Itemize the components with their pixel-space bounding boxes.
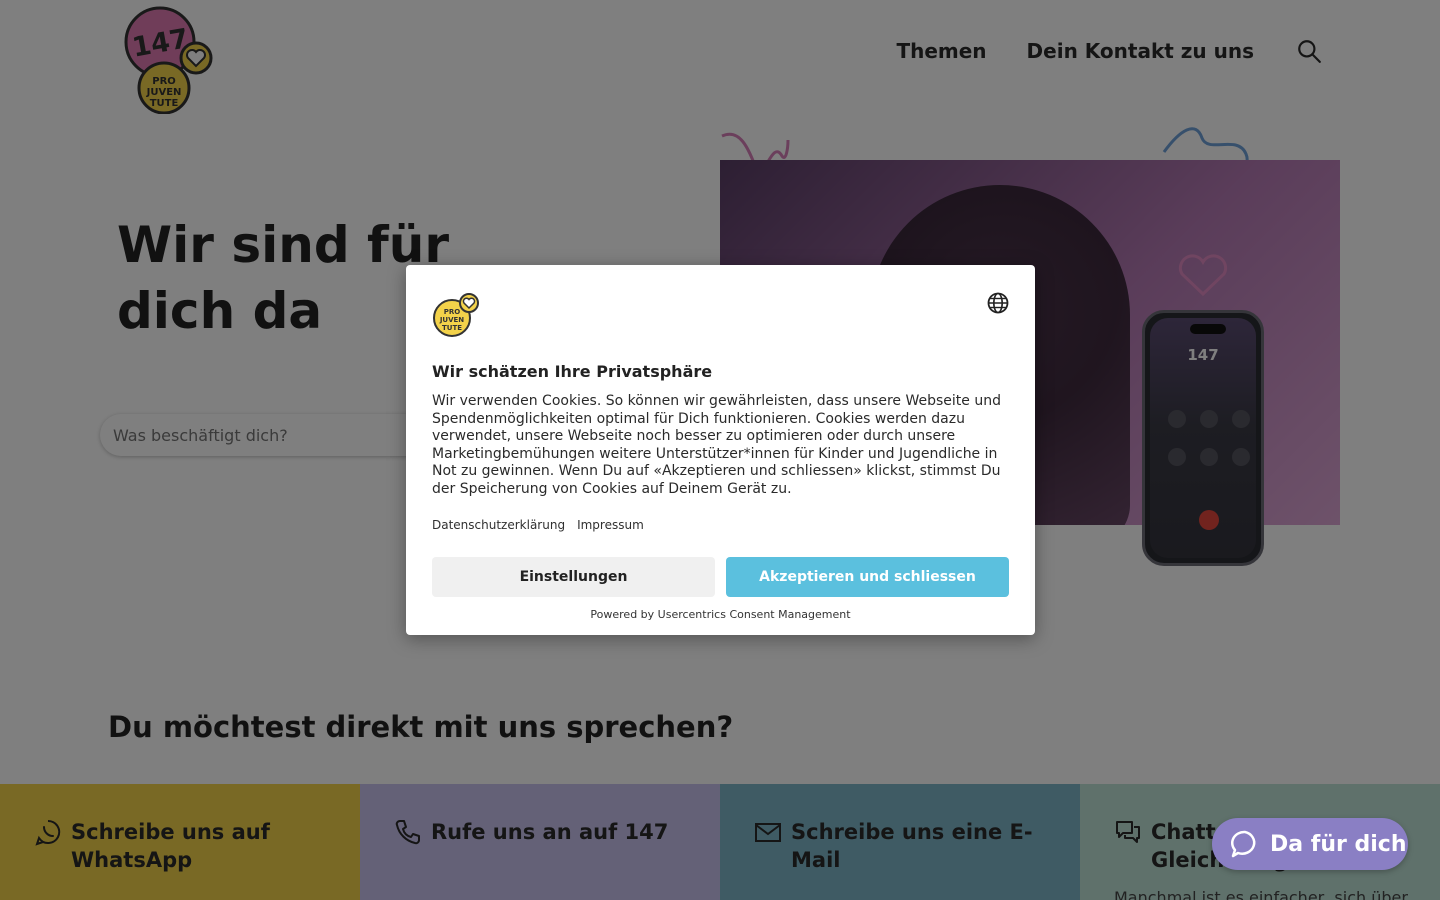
consent-logo: PRO JUVEN TUTE	[433, 293, 479, 337]
chat-icon	[1230, 830, 1256, 858]
privacy-policy-link[interactable]: Datenschutzerklärung	[432, 518, 565, 532]
cookie-consent-dialog: PRO JUVEN TUTE Wir schätzen Ihre Privats…	[406, 265, 1035, 635]
svg-text:PRO: PRO	[444, 308, 461, 316]
globe-icon[interactable]	[987, 292, 1009, 314]
consent-links: Datenschutzerklärung Impressum	[432, 518, 644, 532]
settings-button[interactable]: Einstellungen	[432, 557, 715, 597]
accept-and-close-button[interactable]: Akzeptieren und schliessen	[726, 557, 1009, 597]
consent-text: Wir verwenden Cookies. So können wir gew…	[432, 393, 1001, 497]
consent-title: Wir schätzen Ihre Privatsphäre	[432, 362, 713, 381]
svg-text:TUTE: TUTE	[442, 324, 462, 332]
chat-launcher-label: Da für dich	[1270, 831, 1407, 857]
powered-by-text: Powered by Usercentrics Consent Manageme…	[590, 608, 851, 621]
svg-text:JUVEN: JUVEN	[439, 316, 464, 324]
chat-launcher-button[interactable]: Da für dich	[1212, 818, 1408, 870]
imprint-link[interactable]: Impressum	[577, 518, 644, 532]
